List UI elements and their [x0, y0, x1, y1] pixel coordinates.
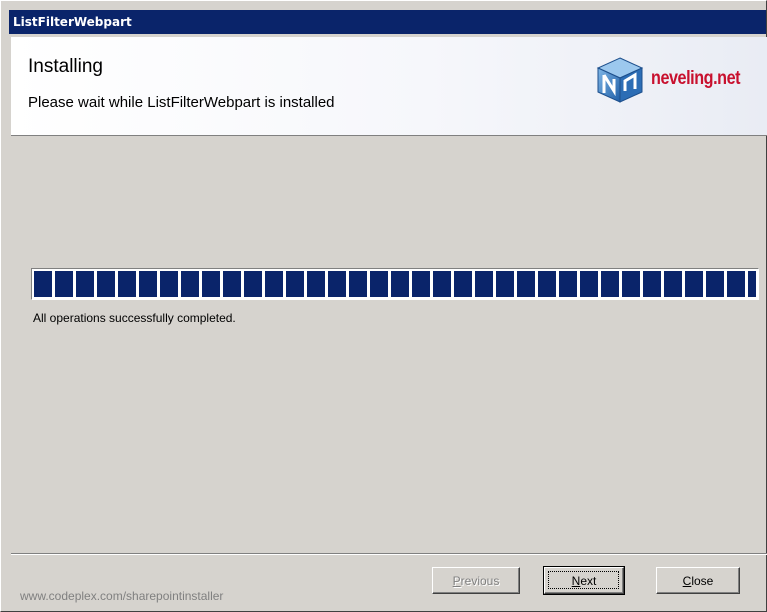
codeplex-link: www.codeplex.com/sharepointinstaller: [20, 589, 224, 603]
page-title: Installing: [28, 56, 103, 77]
nn-cube-logo-icon: [596, 57, 644, 103]
progress-fill: [34, 271, 756, 297]
install-progress-bar: [31, 268, 759, 300]
header-banner: Installing Please wait while ListFilterW…: [11, 37, 767, 136]
next-button[interactable]: Next: [543, 566, 625, 595]
page-subtitle: Please wait while ListFilterWebpart is i…: [28, 94, 335, 111]
status-text: All operations successfully completed.: [33, 311, 236, 325]
close-button[interactable]: Close: [656, 567, 740, 594]
previous-label: revious: [460, 573, 500, 588]
installer-window: ListFilterWebpart Installing Please wait…: [0, 0, 767, 612]
footer-divider: [11, 553, 767, 555]
title-bar[interactable]: ListFilterWebpart: [9, 10, 766, 34]
window-title: ListFilterWebpart: [13, 15, 132, 29]
brand-logo: neveling.net: [594, 55, 754, 105]
next-label: ext: [580, 573, 597, 588]
previous-accel: P: [452, 573, 461, 588]
logo-text: neveling.net: [651, 68, 741, 89]
previous-button[interactable]: Previous: [432, 567, 520, 594]
close-label: lose: [691, 573, 714, 588]
